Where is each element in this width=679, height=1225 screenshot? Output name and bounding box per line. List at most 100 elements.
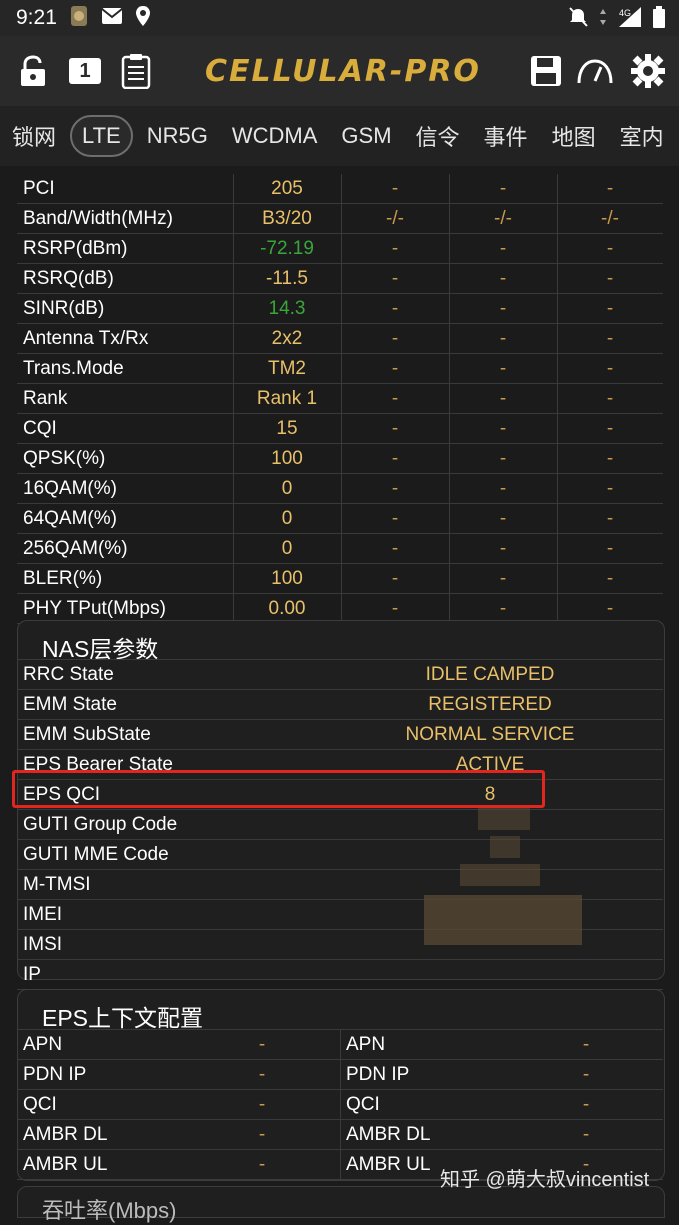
table-row: GUTI Group Code bbox=[17, 810, 663, 840]
row-label: EMM SubState bbox=[23, 724, 151, 745]
sim-selector-button[interactable]: 1 bbox=[66, 52, 104, 90]
table-row: IP bbox=[17, 960, 663, 990]
eps-context-table: APN - APN - PDN IP - PDN IP - QCI - QCI - AMBR DL - AM… bbox=[17, 1029, 663, 1180]
tab-lte[interactable]: LTE bbox=[70, 115, 133, 157]
speedometer-icon[interactable] bbox=[576, 52, 614, 90]
row-label: IMEI bbox=[23, 904, 63, 925]
column-divider bbox=[340, 1030, 341, 1059]
tab-signaling[interactable]: 信令 bbox=[404, 120, 472, 152]
row-label: 64QAM(%) bbox=[23, 508, 117, 529]
row-label: APN bbox=[346, 1034, 386, 1055]
neighbor-cell-value: - bbox=[606, 538, 614, 559]
serving-cell-value: Rank 1 bbox=[256, 388, 318, 409]
row-label: QCI bbox=[346, 1094, 380, 1115]
neighbor-cell-value: - bbox=[499, 298, 507, 319]
neighbor-cell-value: - bbox=[606, 358, 614, 379]
data-transfer-icon bbox=[599, 8, 607, 31]
row-label: Rank bbox=[23, 388, 68, 409]
table-row: PCI 205 - - - bbox=[17, 174, 663, 204]
neighbor-cell-value: - bbox=[391, 598, 399, 619]
table-row: Trans.Mode TM2 - - - bbox=[17, 354, 663, 384]
tab-nr5g[interactable]: NR5G bbox=[135, 123, 220, 149]
settings-gear-icon[interactable] bbox=[629, 52, 667, 90]
tab-wcdma[interactable]: WCDMA bbox=[220, 123, 330, 149]
row-value: NORMAL SERVICE bbox=[405, 724, 575, 745]
neighbor-cell-value: - bbox=[499, 448, 507, 469]
table-row: AMBR DL - AMBR DL - bbox=[17, 1120, 663, 1150]
neighbor-cell-value: - bbox=[391, 298, 399, 319]
neighbor-cell-value: -/- bbox=[494, 208, 512, 229]
neighbor-cell-value: - bbox=[499, 178, 507, 199]
redacted-block bbox=[424, 895, 582, 945]
tab-events[interactable]: 事件 bbox=[472, 120, 540, 152]
column-divider bbox=[340, 1060, 341, 1089]
row-label: Trans.Mode bbox=[23, 358, 124, 379]
neighbor-cell-value: - bbox=[499, 238, 507, 259]
neighbor-cell-value: - bbox=[606, 598, 614, 619]
table-row: 64QAM(%) 0 - - - bbox=[17, 504, 663, 534]
table-row: GUTI MME Code bbox=[17, 840, 663, 870]
tab-gsm[interactable]: GSM bbox=[329, 123, 403, 149]
neighbor-cell-value: -/- bbox=[386, 208, 404, 229]
clipboard-icon[interactable] bbox=[117, 52, 155, 90]
row-value: - bbox=[258, 1124, 266, 1145]
row-value: - bbox=[258, 1064, 266, 1085]
neighbor-cell-value: - bbox=[499, 568, 507, 589]
neighbor-cell-value: - bbox=[391, 178, 399, 199]
neighbor-cell-value: - bbox=[391, 268, 399, 289]
table-row: RRC State IDLE CAMPED bbox=[17, 660, 663, 690]
neighbor-cell-value: - bbox=[499, 268, 507, 289]
neighbor-cell-value: - bbox=[499, 418, 507, 439]
redacted-block bbox=[490, 836, 520, 858]
serving-cell-value: 100 bbox=[271, 448, 303, 469]
row-value: IDLE CAMPED bbox=[425, 664, 555, 685]
row-label: GUTI MME Code bbox=[23, 844, 169, 865]
row-label: SINR(dB) bbox=[23, 298, 105, 319]
row-label: PDN IP bbox=[23, 1064, 87, 1085]
column-divider bbox=[340, 1120, 341, 1149]
row-value: - bbox=[582, 1094, 590, 1115]
serving-cell-value: 15 bbox=[276, 418, 298, 439]
clock: 9:21 bbox=[16, 6, 57, 29]
column-divider bbox=[340, 1150, 341, 1179]
save-icon[interactable] bbox=[527, 52, 565, 90]
row-label: PDN IP bbox=[346, 1064, 410, 1085]
neighbor-cell-value: - bbox=[391, 508, 399, 529]
row-label: BLER(%) bbox=[23, 568, 103, 589]
serving-cell-value: 100 bbox=[271, 568, 303, 589]
tab-lock-network[interactable]: 锁网 bbox=[0, 120, 68, 152]
serving-cell-value: 2x2 bbox=[271, 328, 303, 349]
serving-cell-value: 14.3 bbox=[268, 298, 306, 319]
mute-icon bbox=[567, 6, 589, 33]
row-label: GUTI Group Code bbox=[23, 814, 178, 835]
tab-map[interactable]: 地图 bbox=[540, 120, 608, 152]
table-row: 16QAM(%) 0 - - - bbox=[17, 474, 663, 504]
neighbor-cell-value: - bbox=[499, 538, 507, 559]
row-label: AMBR UL bbox=[23, 1154, 108, 1175]
table-row: BLER(%) 100 - - - bbox=[17, 564, 663, 594]
serving-cell-value: 0 bbox=[281, 508, 293, 529]
neighbor-cell-value: - bbox=[499, 478, 507, 499]
tab-indoor[interactable]: 室内 bbox=[608, 120, 676, 152]
battery-icon bbox=[653, 6, 665, 33]
table-row: Band/Width(MHz) B3/20 -/- -/- -/- bbox=[17, 204, 663, 234]
serving-cell-value: -72.19 bbox=[260, 238, 314, 259]
row-label: Antenna Tx/Rx bbox=[23, 328, 149, 349]
row-value: - bbox=[582, 1064, 590, 1085]
neighbor-cell-value: - bbox=[606, 508, 614, 529]
neighbor-cell-value: - bbox=[606, 238, 614, 259]
row-label: RSRQ(dB) bbox=[23, 268, 114, 289]
serving-cell-value: TM2 bbox=[268, 358, 306, 379]
row-label: IMSI bbox=[23, 934, 63, 955]
serving-cell-value: -11.5 bbox=[266, 268, 308, 289]
unlock-icon[interactable] bbox=[14, 52, 52, 90]
row-value: - bbox=[258, 1154, 266, 1175]
table-row: QCI - QCI - bbox=[17, 1090, 663, 1120]
svg-text:4G: 4G bbox=[619, 8, 631, 18]
status-bar: 9:21 4G bbox=[0, 0, 679, 36]
neighbor-cell-value: - bbox=[391, 478, 399, 499]
neighbor-cell-value: - bbox=[499, 358, 507, 379]
row-label: AMBR DL bbox=[346, 1124, 431, 1145]
neighbor-cell-value: - bbox=[606, 268, 614, 289]
table-row: SINR(dB) 14.3 - - - bbox=[17, 294, 663, 324]
